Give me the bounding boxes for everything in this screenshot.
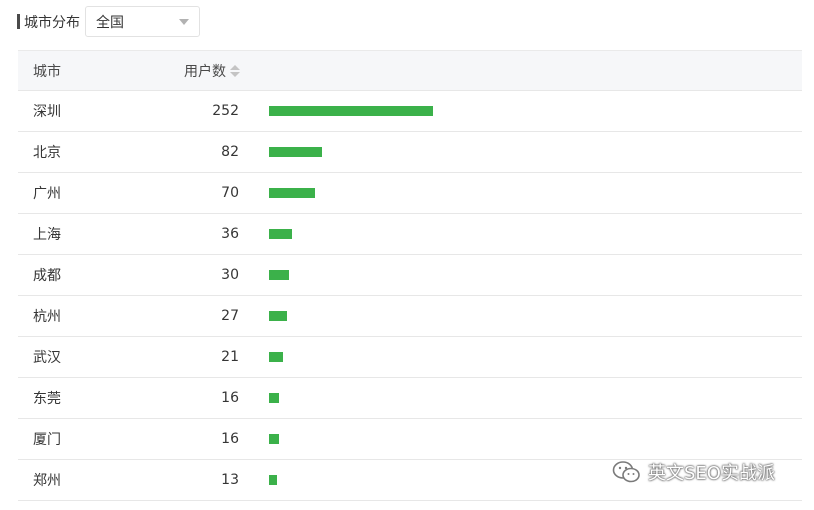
column-header-users[interactable]: 用户数 [151, 61, 240, 81]
cell-city: 杭州 [33, 309, 61, 325]
cell-bar [269, 229, 292, 239]
table-row: 深圳 252 [18, 91, 802, 132]
cell-city: 东莞 [33, 391, 61, 407]
cell-users: 27 [221, 308, 239, 324]
cell-city: 成都 [33, 268, 61, 284]
table-row: 上海 36 [18, 214, 802, 255]
sort-icon[interactable] [230, 64, 240, 77]
column-header-users-label: 用户数 [184, 63, 226, 80]
title-accent-bar [17, 14, 20, 29]
cell-bar [269, 434, 279, 444]
section-title: 城市分布 [24, 14, 80, 31]
cell-users: 30 [221, 267, 239, 283]
cell-bar [269, 393, 279, 403]
cell-users: 16 [221, 431, 239, 447]
wechat-icon [612, 461, 640, 483]
table-row: 武汉 21 [18, 337, 802, 378]
cell-city: 北京 [33, 145, 61, 161]
watermark-text: 英文SEO实战派 [648, 463, 775, 484]
watermark: 英文SEO实战派 [612, 459, 775, 485]
table-row: 成都 30 [18, 255, 802, 296]
cell-city: 厦门 [33, 432, 61, 448]
table-row: 杭州 27 [18, 296, 802, 337]
user-count-bar [269, 270, 289, 280]
user-count-bar [269, 188, 315, 198]
cell-users: 82 [221, 144, 239, 160]
user-count-bar [269, 393, 279, 403]
cell-bar [269, 106, 433, 116]
cell-city: 武汉 [33, 350, 61, 366]
table-row: 北京 82 [18, 132, 802, 173]
table-row: 厦门 16 [18, 419, 802, 460]
section-header: 城市分布 全国 [17, 6, 200, 37]
cell-bar [269, 147, 322, 157]
cell-users: 252 [212, 103, 239, 119]
city-distribution-table: 城市 用户数 深圳 252 北京 82 广州 70 上海 36 成都 30 杭州 27 武汉 21 东莞 16… [18, 50, 802, 501]
cell-bar [269, 188, 315, 198]
cell-users: 36 [221, 226, 239, 242]
cell-users: 16 [221, 390, 239, 406]
user-count-bar [269, 229, 292, 239]
user-count-bar [269, 106, 433, 116]
cell-bar [269, 311, 287, 321]
user-count-bar [269, 475, 277, 485]
table-body: 深圳 252 北京 82 广州 70 上海 36 成都 30 杭州 27 武汉 21 东莞 16 厦门 16 郑州 1… [18, 91, 802, 501]
cell-city: 上海 [33, 227, 61, 243]
chevron-down-icon [179, 18, 189, 25]
user-count-bar [269, 311, 287, 321]
table-row: 广州 70 [18, 173, 802, 214]
table-row: 东莞 16 [18, 378, 802, 419]
region-select[interactable]: 全国 [85, 6, 200, 37]
table-header: 城市 用户数 [18, 50, 802, 91]
cell-bar [269, 352, 283, 362]
user-count-bar [269, 434, 279, 444]
region-select-value: 全国 [96, 14, 124, 31]
cell-city: 深圳 [33, 104, 61, 120]
cell-users: 21 [221, 349, 239, 365]
cell-bar [269, 475, 277, 485]
cell-city: 郑州 [33, 473, 61, 489]
column-header-city: 城市 [33, 63, 61, 80]
user-count-bar [269, 147, 322, 157]
user-count-bar [269, 352, 283, 362]
cell-city: 广州 [33, 186, 61, 202]
cell-bar [269, 270, 289, 280]
cell-users: 70 [221, 185, 239, 201]
cell-users: 13 [221, 472, 239, 488]
